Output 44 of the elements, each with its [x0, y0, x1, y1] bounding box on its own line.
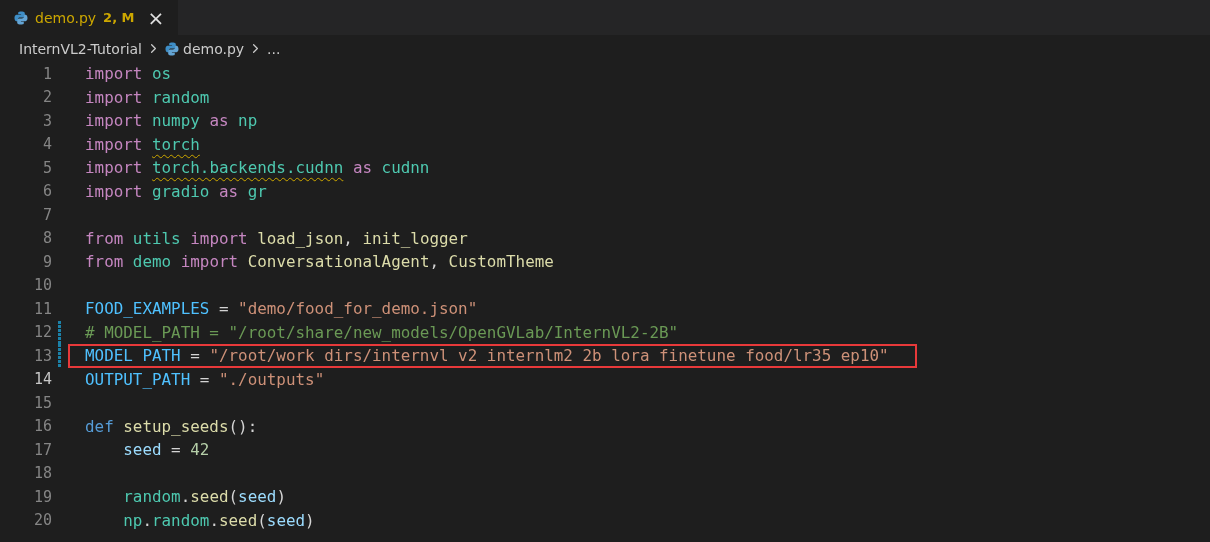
line-number: 8	[41, 229, 52, 248]
python-icon	[165, 41, 179, 56]
code-line: from demo import ConversationalAgent, CustomTheme	[85, 251, 554, 274]
line-number: 5	[41, 158, 52, 177]
tab-status-label: 2, M	[103, 10, 135, 25]
line-number: 13	[32, 346, 52, 365]
tab-filename: demo.py	[35, 9, 97, 26]
code-line: from utils import load_json, init_logger	[85, 227, 468, 250]
code-line: import random	[85, 86, 210, 109]
close-button[interactable]: ×	[147, 7, 165, 28]
python-icon	[14, 10, 28, 25]
breadcrumb-more[interactable]: ...	[267, 40, 281, 57]
editor-tab[interactable]: demo.py 2, M ×	[0, 0, 180, 35]
line-number: 6	[41, 182, 52, 201]
line-number: 4	[41, 135, 52, 154]
breadcrumb-folder[interactable]: InternVL2-Tutorial	[19, 40, 142, 57]
line-number: 2	[41, 88, 52, 107]
line-number: 7	[41, 205, 52, 224]
line-number: 14	[32, 370, 52, 389]
code-line: def setup_seeds():	[85, 415, 258, 438]
line-number: 17	[32, 440, 52, 459]
line-number: 11	[32, 299, 52, 318]
line-number: 12	[32, 323, 52, 342]
breadcrumb-file[interactable]: demo.py	[183, 40, 245, 57]
line-number: 3	[41, 111, 52, 130]
code-line: # MODEL_PATH = "/root/share/new_models/OpenGVLab/InternVL2-2B"	[85, 321, 679, 344]
code-line: import os	[85, 63, 172, 86]
code-line: import gradio as gr	[85, 180, 267, 203]
line-number: 10	[32, 276, 52, 295]
code-line: random.seed(seed)	[122, 486, 286, 509]
code-line: import numpy as np	[85, 110, 258, 133]
line-number: 20	[32, 511, 52, 530]
code-line: seed = 42	[122, 439, 210, 462]
line-number: 16	[32, 417, 52, 436]
code-line: FOOD_EXAMPLES = "demo/food_for_demo.json"	[85, 298, 478, 321]
line-number: 18	[32, 464, 52, 483]
code-line: np.random.seed(seed)	[122, 509, 315, 532]
line-number: 15	[32, 393, 52, 412]
line-number: 19	[32, 487, 52, 506]
line-number: 1	[41, 64, 52, 83]
code-line: import torch	[85, 133, 200, 156]
line-number: 9	[41, 252, 52, 271]
code-line: import torch.backends.cudnn as cudnn	[85, 157, 430, 180]
code-line: OUTPUT_PATH = "./outputs"	[85, 368, 325, 391]
